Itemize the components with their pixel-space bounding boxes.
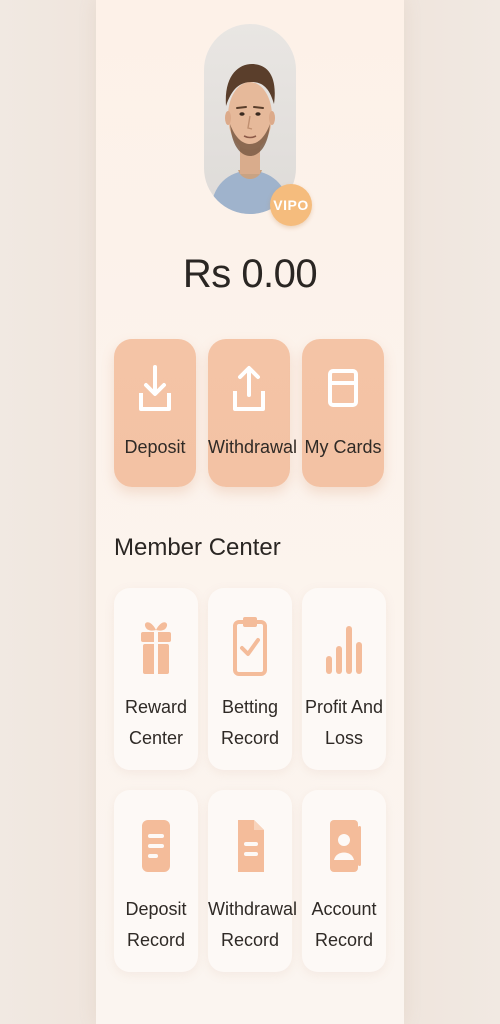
deposit-record-button[interactable]: Deposit Record [114,790,198,972]
account-record-button[interactable]: Account Record [302,790,386,972]
reward-center-button[interactable]: Reward Center [114,588,198,770]
deposit-label: Deposit [124,437,186,457]
betting-record-button[interactable]: Betting Record [208,588,292,770]
profit-and-loss-label-line1: Profit And [304,697,384,717]
profit-and-loss-button[interactable]: Profit And Loss [302,588,386,770]
withdrawal-record-label-line1: Withdrawal [208,899,298,919]
withdrawal-record-label-line2: Record [220,930,280,950]
my-cards-label: My Cards [304,437,382,457]
my-cards-button[interactable]: My Cards [302,339,384,487]
bar-chart-icon [326,626,362,674]
clipboard-check-icon [233,617,267,676]
deposit-record-label: Deposit Record [114,894,198,956]
account-record-label-line2: Record [314,930,374,950]
betting-record-label-line1: Betting [221,697,279,717]
account-record-label-line1: Account [311,899,377,919]
reward-center-label: Reward Center [114,692,198,754]
gift-icon [141,622,171,674]
betting-record-label-line2: Record [220,728,280,748]
withdrawal-button[interactable]: Withdrawal [208,339,298,487]
betting-record-label: Betting Record [208,692,292,754]
page-margin-left [0,0,96,1024]
page-margin-right [404,0,500,1024]
deposit-button[interactable]: Deposit [114,339,196,487]
reward-center-label-line1: Reward [124,697,188,717]
account-record-label: Account Record [302,894,386,956]
withdrawal-label: Withdrawal [208,437,298,457]
file-icon [238,820,264,872]
contact-book-icon [330,820,361,872]
vip-badge: VIPO [270,184,312,226]
deposit-record-label-line2: Record [126,930,186,950]
member-center-title: Member Center [114,534,281,561]
download-icon [139,365,171,411]
card-icon [328,369,358,407]
profit-and-loss-label: Profit And Loss [302,692,386,754]
deposit-record-label-line1: Deposit [125,899,187,919]
profit-and-loss-label-line2: Loss [324,728,364,748]
upload-icon [233,366,265,411]
withdrawal-record-button[interactable]: Withdrawal Record [208,790,298,972]
withdrawal-record-label: Withdrawal Record [208,894,298,956]
balance-amount: Rs 0.00 [182,252,318,296]
reward-center-label-line2: Center [128,728,184,748]
document-icon [142,820,170,872]
